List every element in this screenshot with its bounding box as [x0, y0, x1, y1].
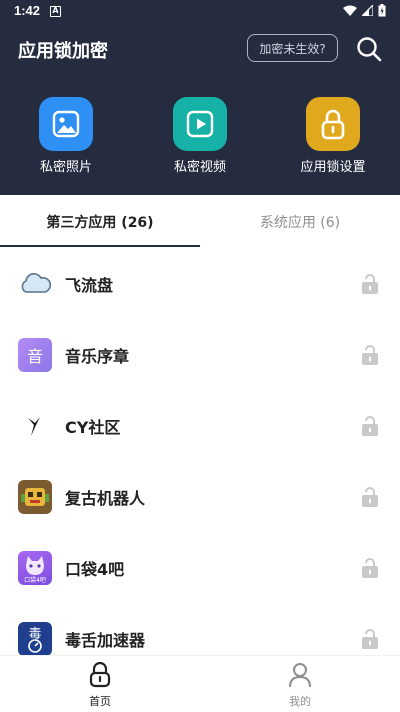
accelerator-icon: 毒	[18, 622, 52, 656]
status-time: 1:42	[14, 3, 41, 18]
private-videos-label: 私密视频	[173, 160, 226, 175]
unlock-icon[interactable]	[360, 557, 380, 579]
app-name: 复古机器人	[65, 489, 146, 508]
nav-mine[interactable]: 我的	[200, 656, 400, 712]
nav-mine-label: 我的	[289, 695, 311, 708]
private-photos-button[interactable]: 私密照片	[11, 97, 121, 175]
app-header: 1:42 A 应用锁加密 加密未生效? 私密照片 私密视频 应用锁设置	[0, 0, 400, 195]
active-tab-indicator	[0, 245, 200, 247]
app-lock-settings-tile	[306, 97, 360, 151]
tab-system-apps[interactable]: 系统应用 (6)	[200, 195, 400, 248]
unlock-icon[interactable]	[360, 628, 380, 650]
app-name: 毒舌加速器	[65, 631, 146, 650]
private-photos-tile	[39, 97, 93, 151]
search-icon	[357, 37, 382, 62]
tab-third-party-apps[interactable]: 第三方应用 (26)	[0, 195, 200, 248]
status-bar: 1:42 A	[0, 0, 400, 24]
lock-icon	[321, 109, 345, 140]
list-item[interactable]: 音 音乐序章	[0, 319, 400, 390]
person-icon	[289, 663, 311, 688]
music-app-icon: 音	[18, 338, 52, 372]
app-name: 口袋4吧	[65, 560, 125, 579]
bottom-navigation: 首页 我的	[0, 656, 400, 712]
signal-icon	[362, 5, 373, 16]
list-item[interactable]: 复古机器人	[0, 461, 400, 532]
robot-icon	[18, 480, 52, 514]
private-videos-button[interactable]: 私密视频	[145, 97, 255, 175]
pocket-icon-text: 口袋4吧	[24, 577, 46, 584]
unlock-icon[interactable]	[360, 344, 380, 366]
unlock-icon[interactable]	[360, 415, 380, 437]
app-lock-settings-button[interactable]: 应用锁设置	[278, 97, 388, 175]
cloud-icon	[18, 267, 52, 301]
search-button[interactable]	[355, 35, 383, 63]
cy-logo-icon	[18, 409, 52, 443]
unlock-icon[interactable]	[360, 486, 380, 508]
image-icon	[52, 110, 80, 138]
app-name: CY社区	[65, 418, 121, 437]
list-item[interactable]: 口袋4吧 口袋4吧	[0, 532, 400, 603]
app-name: 飞流盘	[65, 276, 114, 295]
home-lock-icon	[89, 662, 111, 688]
private-photos-label: 私密照片	[39, 160, 92, 175]
app-tabs: 第三方应用 (26) 系统应用 (6)	[0, 195, 400, 248]
nav-home[interactable]: 首页	[0, 656, 200, 712]
wifi-icon	[343, 5, 357, 16]
notification-icon: A	[50, 6, 61, 17]
music-app-icon-text: 音	[26, 347, 43, 366]
unlock-icon[interactable]	[360, 273, 380, 295]
nav-home-label: 首页	[89, 695, 111, 708]
app-lock-settings-label: 应用锁设置	[300, 160, 366, 175]
play-icon	[186, 110, 214, 138]
list-item[interactable]: CY社区	[0, 390, 400, 461]
private-videos-tile	[173, 97, 227, 151]
list-item[interactable]: 飞流盘	[0, 248, 400, 319]
app-name: 音乐序章	[65, 347, 130, 366]
page-title: 应用锁加密	[18, 41, 108, 62]
battery-icon	[378, 4, 386, 17]
pocket-cat-icon: 口袋4吧	[18, 551, 52, 585]
encryption-invalid-button[interactable]: 加密未生效?	[247, 34, 338, 62]
